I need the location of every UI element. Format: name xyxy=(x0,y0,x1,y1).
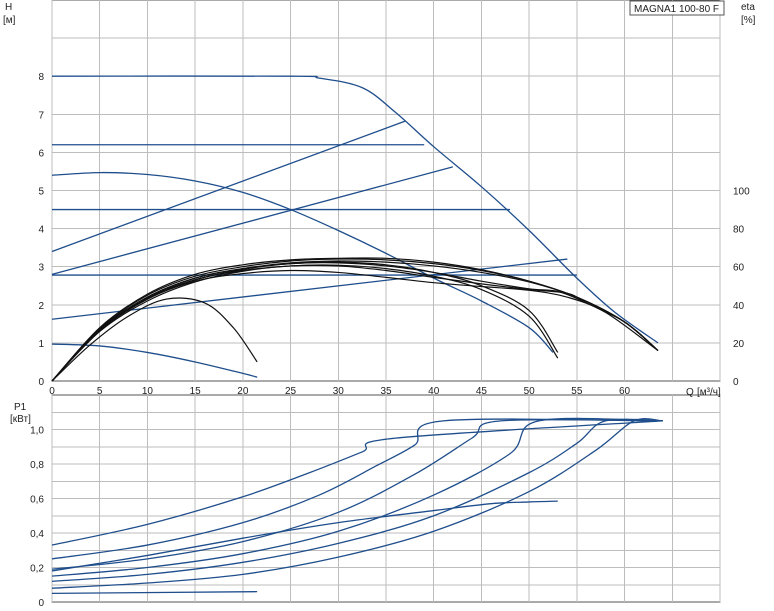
x-tick-label: 60 xyxy=(619,386,631,397)
power-grid xyxy=(51,395,721,602)
power-tick-label: 0,8 xyxy=(30,460,44,471)
x-axis-unit: [м³/ч] xyxy=(697,387,721,398)
power-tick-label: 1,0 xyxy=(30,426,44,437)
power-axis-label: P1 xyxy=(14,402,27,413)
power-series-1 xyxy=(51,418,663,560)
head-grid xyxy=(51,0,721,381)
head-series-17 xyxy=(51,269,659,382)
x-tick-label: 35 xyxy=(380,386,392,397)
head-series-16 xyxy=(51,264,659,382)
power-tick-label: 0,2 xyxy=(30,564,44,575)
y2-tick-label: 80 xyxy=(733,225,745,236)
y2-tick-label: 100 xyxy=(733,187,750,198)
head-series-6 xyxy=(51,120,406,253)
y2-tick-label: 20 xyxy=(733,339,745,350)
power-series-7 xyxy=(51,591,258,595)
y-axis-unit: [м] xyxy=(3,15,16,26)
y-tick-label: 1 xyxy=(38,339,44,350)
y-tick-label: 6 xyxy=(38,148,44,159)
power-axis-unit: [кВт] xyxy=(10,414,31,425)
x-tick-label: 55 xyxy=(571,386,583,397)
y-tick-label: 8 xyxy=(38,72,44,83)
x-tick-label: 15 xyxy=(190,386,202,397)
y-tick-label: 5 xyxy=(38,187,44,198)
power-series-4 xyxy=(51,418,663,582)
y2-tick-label: 60 xyxy=(733,263,745,274)
x-tick-label: 5 xyxy=(97,386,103,397)
x-tick-label: 45 xyxy=(476,386,488,397)
x-tick-label: 25 xyxy=(285,386,297,397)
power-series-0 xyxy=(51,420,663,546)
y-tick-label: 4 xyxy=(38,225,44,236)
y-axis-label: H xyxy=(5,2,12,13)
x-axis-label: Q xyxy=(686,387,694,398)
head-series-14 xyxy=(51,257,659,382)
y-tick-label: 7 xyxy=(38,110,44,121)
chart-title: MAGNA1 100-80 F xyxy=(634,4,719,15)
y-tick-label: 0 xyxy=(38,377,44,388)
x-tick-label: 50 xyxy=(524,386,536,397)
head-series-8 xyxy=(51,343,258,378)
y2-tick-label: 40 xyxy=(733,301,745,312)
y-tick-label: 3 xyxy=(38,263,44,274)
y2-tick-label: 0 xyxy=(733,377,739,388)
y2-axis-unit: [%] xyxy=(741,15,756,26)
x-tick-label: 30 xyxy=(333,386,345,397)
x-tick-label: 20 xyxy=(237,386,249,397)
head-series-12 xyxy=(51,260,659,382)
power-tick-label: 0,6 xyxy=(30,495,44,506)
power-tick-label: 0,4 xyxy=(30,529,44,540)
y2-axis-label: eta xyxy=(741,2,755,13)
head-series-15 xyxy=(51,262,659,382)
x-tick-label: 0 xyxy=(49,386,55,397)
pump-performance-chart: 0 5 10 15 20 25 30 35 40 45 50 55 600123456780204060… xyxy=(3,0,756,609)
y-tick-label: 2 xyxy=(38,301,44,312)
x-tick-label: 40 xyxy=(428,386,440,397)
head-series-13 xyxy=(51,258,659,382)
head-series-9 xyxy=(51,297,258,382)
x-tick-label: 10 xyxy=(142,386,154,397)
power-tick-label: 0 xyxy=(38,598,44,609)
power-series-2 xyxy=(51,418,663,570)
